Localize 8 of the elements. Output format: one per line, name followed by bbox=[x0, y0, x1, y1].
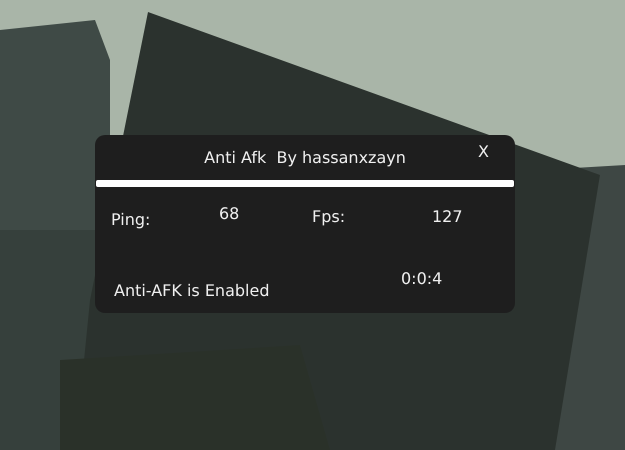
panel-title: Anti Afk By hassanxzayn bbox=[204, 146, 406, 168]
timer-text: 0:0:4 bbox=[401, 268, 442, 290]
stat-label: Fps: bbox=[312, 206, 346, 228]
stat-value: 127 bbox=[432, 206, 463, 228]
stat-value: 68 bbox=[219, 203, 240, 225]
stat-label: Ping: bbox=[111, 209, 152, 231]
close-button[interactable]: X bbox=[474, 144, 493, 160]
status-text: Anti-AFK is Enabled bbox=[114, 280, 270, 302]
